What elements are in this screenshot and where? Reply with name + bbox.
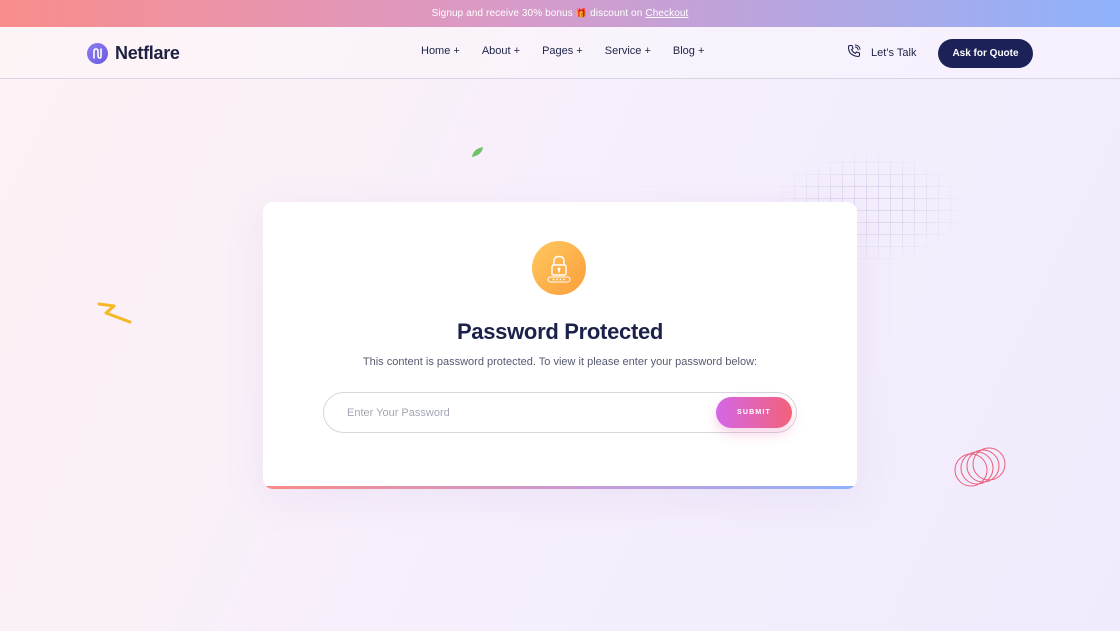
logo-text: Netflare [115,43,180,63]
leaf-decoration [472,147,483,157]
gift-icon: 🎁 [575,8,588,18]
page-title: Password Protected [456,319,664,344]
announcement-discount-text: discount on [590,8,643,19]
checkout-link[interactable]: Checkout [645,8,688,19]
nav-service[interactable]: Service + [605,45,651,57]
rings-decoration [954,447,1006,487]
lock-icon [532,241,586,295]
password-input[interactable] [324,393,704,432]
nav-home[interactable]: Home + [421,45,460,57]
password-form: SUBMIT [323,392,797,433]
submit-button[interactable]: SUBMIT [716,397,792,428]
phone-icon [847,44,861,61]
nav-about[interactable]: About + [482,45,520,57]
ask-for-quote-button[interactable]: Ask for Quote [938,39,1033,68]
site-header: Netflare Home + About + Pages + Service … [0,27,1120,79]
card-gradient-border [263,486,857,489]
nav-blog[interactable]: Blog + [673,45,705,57]
lets-talk-label: Let’s Talk [871,46,917,59]
password-card: Password Protected This content is passw… [263,202,857,489]
squiggle-decoration [97,302,132,324]
page-subtitle: This content is password protected. To v… [362,356,758,368]
announcement-text: Signup and receive 30% bonus [431,8,573,19]
announcement-bar: Signup and receive 30% bonus 🎁 discount … [0,0,1120,27]
lets-talk-link[interactable]: Let’s Talk [847,44,916,61]
logo[interactable]: Netflare [87,43,180,64]
nav-pages[interactable]: Pages + [542,45,583,57]
netflare-logo-icon [87,43,108,64]
main-nav: Home + About + Pages + Service + Blog + [421,45,726,57]
